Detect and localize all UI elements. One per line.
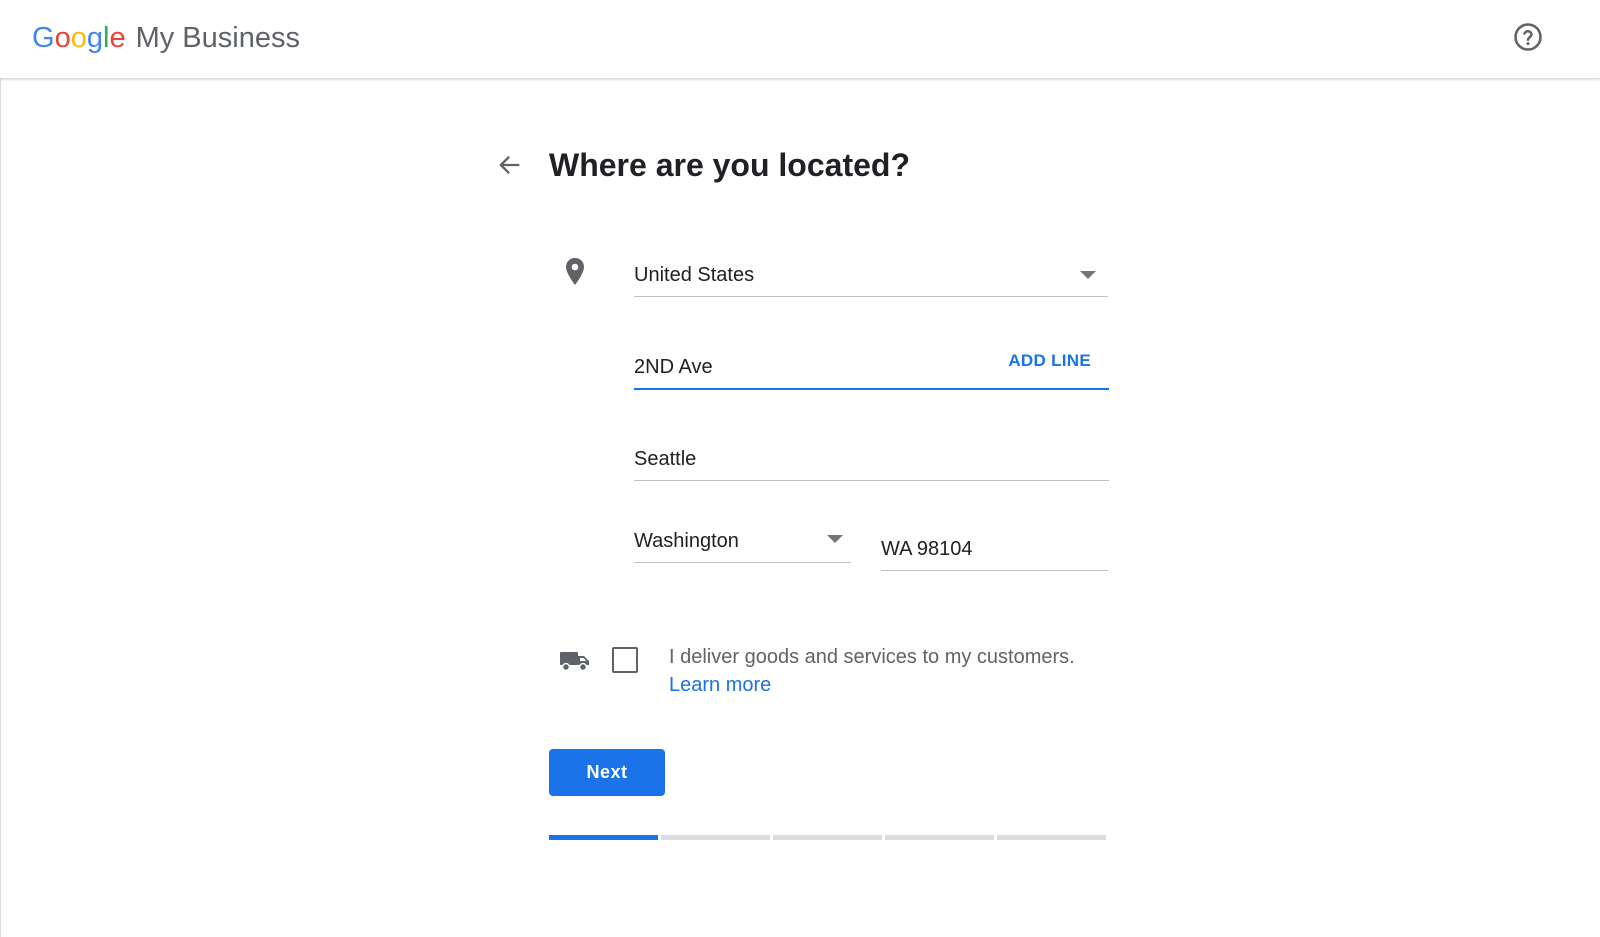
google-my-business-logo[interactable]: Google My Business — [32, 18, 300, 58]
delivery-checkbox[interactable] — [612, 647, 638, 673]
delivery-label: I deliver goods and services to my custo… — [669, 646, 1075, 668]
street-address-field[interactable]: 2ND Ave ADD LINE — [634, 342, 1109, 390]
arrow-back-icon[interactable] — [495, 151, 523, 179]
country-value: United States — [634, 264, 755, 286]
truck-icon — [560, 652, 589, 672]
next-button[interactable]: Next — [549, 749, 665, 796]
learn-more-link[interactable]: Learn more — [669, 671, 771, 699]
zip-code-field[interactable]: WA 98104 — [881, 523, 1108, 571]
progress-step — [885, 835, 994, 840]
progress-step — [549, 835, 658, 840]
location-form-page: Where are you located? United States 2ND… — [0, 79, 1600, 937]
chevron-down-icon — [827, 535, 843, 543]
state-select[interactable]: Washington — [634, 515, 851, 563]
chevron-down-icon — [1080, 271, 1096, 279]
street-address-value: 2ND Ave — [634, 356, 713, 378]
progress-step — [997, 835, 1106, 840]
city-field[interactable]: Seattle — [634, 433, 1109, 481]
zip-code-value: WA 98104 — [881, 538, 973, 560]
product-name: My Business — [135, 22, 300, 54]
location-pin-icon — [566, 258, 584, 285]
top-app-bar: Google My Business — [0, 0, 1600, 79]
country-select[interactable]: United States — [634, 249, 1108, 297]
page-title: Where are you located? — [549, 147, 910, 183]
add-line-button[interactable]: ADD LINE — [1008, 351, 1091, 371]
help-circle-icon[interactable] — [1513, 22, 1543, 52]
google-wordmark: Google — [32, 22, 126, 54]
state-value: Washington — [634, 530, 739, 552]
city-value: Seattle — [634, 448, 697, 470]
progress-step — [773, 835, 882, 840]
progress-step — [661, 835, 770, 840]
